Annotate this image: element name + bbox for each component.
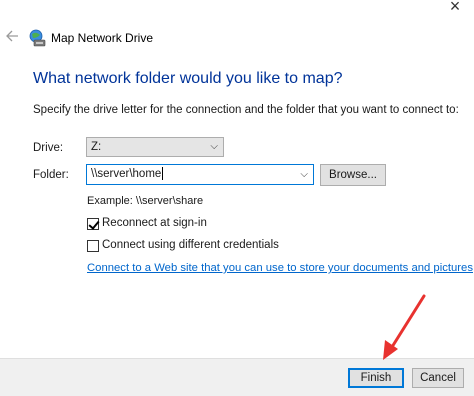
close-icon[interactable]: × [444, 0, 466, 15]
finish-button[interactable]: Finish [348, 368, 404, 388]
annotation-arrow-shaft [390, 294, 426, 349]
annotation-arrow-icon [383, 294, 426, 360]
network-drive-icon [28, 29, 46, 47]
drive-select[interactable]: Z: ⌵ [86, 137, 224, 157]
text-caret [162, 167, 164, 181]
chevron-down-icon[interactable]: ⌵ [300, 165, 308, 184]
example-text: Example: \\server\share [87, 195, 204, 207]
annotation-arrow-head [383, 340, 398, 360]
instruction-text: Specify the drive letter for the connect… [33, 104, 459, 116]
window-title: Map Network Drive [51, 31, 154, 45]
back-arrow-icon[interactable] [5, 29, 21, 47]
credentials-checkbox[interactable] [87, 240, 99, 252]
cancel-button[interactable]: Cancel [412, 368, 464, 388]
map-network-drive-dialog: × Map Network Drive What network folder … [0, 0, 474, 396]
drive-label: Drive: [33, 142, 64, 154]
page-title: What network folder would you like to ma… [33, 70, 343, 87]
folder-label: Folder: [33, 169, 69, 181]
folder-input[interactable]: \\server\home ⌵ [86, 164, 314, 185]
reconnect-label[interactable]: Reconnect at sign-in [102, 217, 207, 229]
chevron-down-icon: ⌵ [210, 141, 218, 152]
back-arrow-svg [6, 30, 18, 42]
web-site-link[interactable]: Connect to a Web site that you can use t… [87, 262, 473, 274]
folder-value: \\server\home [91, 168, 162, 180]
credentials-label[interactable]: Connect using different credentials [102, 239, 279, 251]
browse-button[interactable]: Browse... [320, 164, 386, 186]
network-drive-svg [29, 29, 46, 47]
drive-value: Z: [91, 141, 102, 153]
reconnect-checkbox[interactable] [87, 218, 99, 230]
